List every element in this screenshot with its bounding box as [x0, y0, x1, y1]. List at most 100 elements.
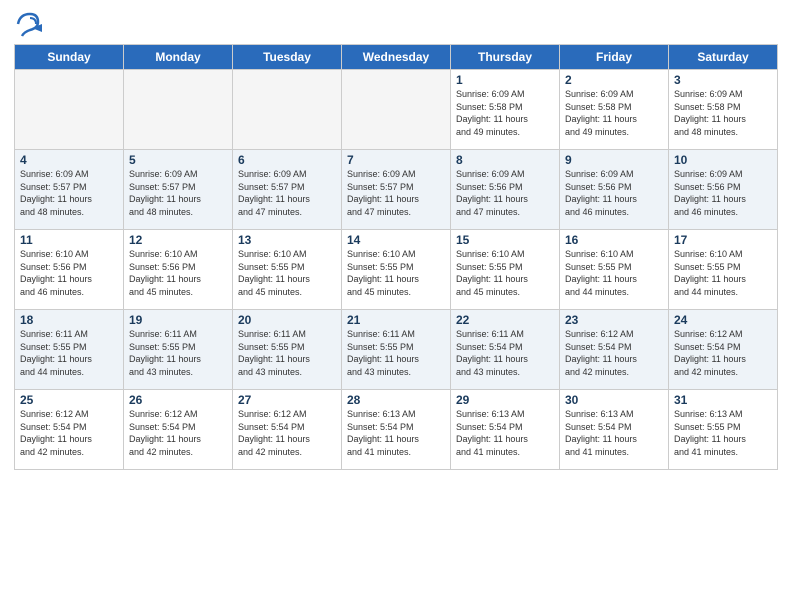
day-number: 16 [565, 233, 663, 247]
day-number: 9 [565, 153, 663, 167]
calendar-cell [233, 70, 342, 150]
day-number: 27 [238, 393, 336, 407]
page: SundayMondayTuesdayWednesdayThursdayFrid… [0, 0, 792, 612]
logo [14, 10, 46, 38]
day-detail: Sunrise: 6:12 AM Sunset: 5:54 PM Dayligh… [20, 408, 118, 458]
calendar-cell: 10Sunrise: 6:09 AM Sunset: 5:56 PM Dayli… [669, 150, 778, 230]
calendar-cell: 18Sunrise: 6:11 AM Sunset: 5:55 PM Dayli… [15, 310, 124, 390]
day-number: 2 [565, 73, 663, 87]
day-number: 14 [347, 233, 445, 247]
calendar-cell: 13Sunrise: 6:10 AM Sunset: 5:55 PM Dayli… [233, 230, 342, 310]
day-number: 21 [347, 313, 445, 327]
calendar-cell [15, 70, 124, 150]
day-number: 6 [238, 153, 336, 167]
calendar-cell: 11Sunrise: 6:10 AM Sunset: 5:56 PM Dayli… [15, 230, 124, 310]
day-number: 17 [674, 233, 772, 247]
calendar-cell: 6Sunrise: 6:09 AM Sunset: 5:57 PM Daylig… [233, 150, 342, 230]
day-number: 4 [20, 153, 118, 167]
calendar-cell: 4Sunrise: 6:09 AM Sunset: 5:57 PM Daylig… [15, 150, 124, 230]
calendar-cell: 31Sunrise: 6:13 AM Sunset: 5:55 PM Dayli… [669, 390, 778, 470]
calendar-cell: 21Sunrise: 6:11 AM Sunset: 5:55 PM Dayli… [342, 310, 451, 390]
day-detail: Sunrise: 6:12 AM Sunset: 5:54 PM Dayligh… [565, 328, 663, 378]
calendar-cell: 27Sunrise: 6:12 AM Sunset: 5:54 PM Dayli… [233, 390, 342, 470]
calendar-cell: 14Sunrise: 6:10 AM Sunset: 5:55 PM Dayli… [342, 230, 451, 310]
day-detail: Sunrise: 6:12 AM Sunset: 5:54 PM Dayligh… [129, 408, 227, 458]
day-number: 20 [238, 313, 336, 327]
calendar-cell: 5Sunrise: 6:09 AM Sunset: 5:57 PM Daylig… [124, 150, 233, 230]
day-detail: Sunrise: 6:10 AM Sunset: 5:55 PM Dayligh… [674, 248, 772, 298]
calendar-header-row: SundayMondayTuesdayWednesdayThursdayFrid… [15, 45, 778, 70]
day-detail: Sunrise: 6:10 AM Sunset: 5:55 PM Dayligh… [565, 248, 663, 298]
column-header-wednesday: Wednesday [342, 45, 451, 70]
calendar-table: SundayMondayTuesdayWednesdayThursdayFrid… [14, 44, 778, 470]
day-detail: Sunrise: 6:09 AM Sunset: 5:56 PM Dayligh… [456, 168, 554, 218]
calendar-cell: 15Sunrise: 6:10 AM Sunset: 5:55 PM Dayli… [451, 230, 560, 310]
day-number: 24 [674, 313, 772, 327]
logo-icon [14, 10, 42, 38]
day-detail: Sunrise: 6:10 AM Sunset: 5:55 PM Dayligh… [347, 248, 445, 298]
calendar-cell: 12Sunrise: 6:10 AM Sunset: 5:56 PM Dayli… [124, 230, 233, 310]
day-detail: Sunrise: 6:13 AM Sunset: 5:54 PM Dayligh… [456, 408, 554, 458]
day-detail: Sunrise: 6:09 AM Sunset: 5:57 PM Dayligh… [129, 168, 227, 218]
day-detail: Sunrise: 6:09 AM Sunset: 5:57 PM Dayligh… [20, 168, 118, 218]
calendar-cell: 3Sunrise: 6:09 AM Sunset: 5:58 PM Daylig… [669, 70, 778, 150]
calendar-cell: 20Sunrise: 6:11 AM Sunset: 5:55 PM Dayli… [233, 310, 342, 390]
day-detail: Sunrise: 6:09 AM Sunset: 5:58 PM Dayligh… [456, 88, 554, 138]
day-detail: Sunrise: 6:11 AM Sunset: 5:55 PM Dayligh… [20, 328, 118, 378]
calendar-cell [342, 70, 451, 150]
calendar-cell: 25Sunrise: 6:12 AM Sunset: 5:54 PM Dayli… [15, 390, 124, 470]
day-number: 5 [129, 153, 227, 167]
day-number: 22 [456, 313, 554, 327]
day-detail: Sunrise: 6:11 AM Sunset: 5:54 PM Dayligh… [456, 328, 554, 378]
column-header-sunday: Sunday [15, 45, 124, 70]
calendar-cell: 9Sunrise: 6:09 AM Sunset: 5:56 PM Daylig… [560, 150, 669, 230]
day-detail: Sunrise: 6:09 AM Sunset: 5:57 PM Dayligh… [347, 168, 445, 218]
day-number: 10 [674, 153, 772, 167]
column-header-saturday: Saturday [669, 45, 778, 70]
day-detail: Sunrise: 6:11 AM Sunset: 5:55 PM Dayligh… [238, 328, 336, 378]
day-detail: Sunrise: 6:11 AM Sunset: 5:55 PM Dayligh… [347, 328, 445, 378]
day-detail: Sunrise: 6:13 AM Sunset: 5:54 PM Dayligh… [347, 408, 445, 458]
day-number: 3 [674, 73, 772, 87]
column-header-friday: Friday [560, 45, 669, 70]
day-detail: Sunrise: 6:09 AM Sunset: 5:56 PM Dayligh… [565, 168, 663, 218]
day-number: 28 [347, 393, 445, 407]
day-number: 1 [456, 73, 554, 87]
calendar-cell: 22Sunrise: 6:11 AM Sunset: 5:54 PM Dayli… [451, 310, 560, 390]
calendar-cell: 8Sunrise: 6:09 AM Sunset: 5:56 PM Daylig… [451, 150, 560, 230]
calendar-body: 1Sunrise: 6:09 AM Sunset: 5:58 PM Daylig… [15, 70, 778, 470]
calendar-cell: 2Sunrise: 6:09 AM Sunset: 5:58 PM Daylig… [560, 70, 669, 150]
calendar-week-5: 25Sunrise: 6:12 AM Sunset: 5:54 PM Dayli… [15, 390, 778, 470]
day-number: 31 [674, 393, 772, 407]
day-number: 23 [565, 313, 663, 327]
calendar-cell: 26Sunrise: 6:12 AM Sunset: 5:54 PM Dayli… [124, 390, 233, 470]
day-number: 12 [129, 233, 227, 247]
day-number: 7 [347, 153, 445, 167]
day-number: 11 [20, 233, 118, 247]
day-detail: Sunrise: 6:09 AM Sunset: 5:58 PM Dayligh… [565, 88, 663, 138]
day-number: 18 [20, 313, 118, 327]
day-number: 26 [129, 393, 227, 407]
calendar-cell: 30Sunrise: 6:13 AM Sunset: 5:54 PM Dayli… [560, 390, 669, 470]
day-detail: Sunrise: 6:09 AM Sunset: 5:57 PM Dayligh… [238, 168, 336, 218]
day-number: 13 [238, 233, 336, 247]
calendar-cell [124, 70, 233, 150]
calendar-week-4: 18Sunrise: 6:11 AM Sunset: 5:55 PM Dayli… [15, 310, 778, 390]
day-number: 15 [456, 233, 554, 247]
calendar-cell: 23Sunrise: 6:12 AM Sunset: 5:54 PM Dayli… [560, 310, 669, 390]
calendar-week-3: 11Sunrise: 6:10 AM Sunset: 5:56 PM Dayli… [15, 230, 778, 310]
day-detail: Sunrise: 6:12 AM Sunset: 5:54 PM Dayligh… [674, 328, 772, 378]
calendar-cell: 28Sunrise: 6:13 AM Sunset: 5:54 PM Dayli… [342, 390, 451, 470]
calendar-cell: 29Sunrise: 6:13 AM Sunset: 5:54 PM Dayli… [451, 390, 560, 470]
day-number: 29 [456, 393, 554, 407]
calendar-week-1: 1Sunrise: 6:09 AM Sunset: 5:58 PM Daylig… [15, 70, 778, 150]
day-number: 25 [20, 393, 118, 407]
calendar-cell: 24Sunrise: 6:12 AM Sunset: 5:54 PM Dayli… [669, 310, 778, 390]
day-detail: Sunrise: 6:12 AM Sunset: 5:54 PM Dayligh… [238, 408, 336, 458]
calendar-cell: 16Sunrise: 6:10 AM Sunset: 5:55 PM Dayli… [560, 230, 669, 310]
calendar-cell: 7Sunrise: 6:09 AM Sunset: 5:57 PM Daylig… [342, 150, 451, 230]
calendar-cell: 19Sunrise: 6:11 AM Sunset: 5:55 PM Dayli… [124, 310, 233, 390]
column-header-tuesday: Tuesday [233, 45, 342, 70]
day-detail: Sunrise: 6:10 AM Sunset: 5:55 PM Dayligh… [456, 248, 554, 298]
column-header-thursday: Thursday [451, 45, 560, 70]
